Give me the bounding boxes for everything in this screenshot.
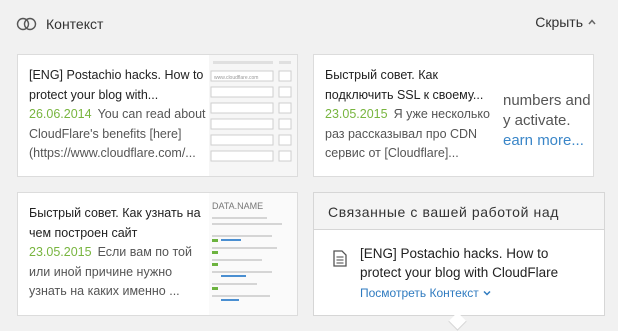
card-2-text: Быстрый совет. Как подключить SSL к свое… — [325, 66, 490, 164]
card-3-thumbnail-image: DATA.NAME — [209, 193, 297, 315]
context-card-2[interactable]: Быстрый совет. Как подключить SSL к свое… — [313, 54, 594, 177]
card-1-date: 26.06.2014 — [29, 107, 92, 121]
view-context-label: Посмотреть Контекст — [360, 286, 479, 300]
card-1-thumb-text: www.cloudflare.com — [214, 75, 258, 81]
card-3-thumbnail: DATA.NAME — [209, 193, 297, 315]
card-2-thumb-line1: numbers and — [503, 92, 591, 109]
card-3-title-line2: чем построен сайт — [29, 225, 138, 240]
card-3-snippet-line3: узнать на каких именно ... — [29, 284, 180, 298]
card-1-snippet-line3: (https://www.cloudflare.com/... — [29, 146, 196, 160]
hide-label: Скрыть — [535, 14, 583, 30]
context-card-3[interactable]: Быстрый совет. Как узнать на чем построе… — [17, 192, 298, 316]
chevron-up-icon — [588, 19, 596, 25]
card-2-thumb-line3: earn more... — [503, 132, 584, 149]
chevron-down-icon — [483, 290, 491, 296]
context-header: Контекст — [16, 13, 103, 35]
card-2-date: 23.05.2015 — [325, 107, 388, 121]
card-2-title-line1: Быстрый совет. Как — [325, 68, 438, 82]
card-2-snippet-line1: Я уже несколько — [393, 107, 490, 121]
card-1-text: [ENG] Postachio hacks. How to protect yo… — [29, 66, 206, 164]
card-1-title-line2: protect your blog with... — [29, 87, 159, 102]
card-2-thumbnail: numbers and y activate. earn more... — [503, 55, 593, 176]
card-1-snippet-line1: You can read about — [97, 107, 206, 121]
card-3-title-line1: Быстрый совет. Как узнать на — [29, 206, 201, 220]
context-rings-icon — [16, 17, 37, 31]
view-context-link[interactable]: Посмотреть Контекст — [360, 286, 491, 300]
card-1-thumbnail: www.cloudflare.com — [209, 55, 297, 176]
card-1-snippet-line2: CloudFlare's benefits [here] — [29, 126, 182, 141]
card-3-thumb-text: DATA.NAME — [212, 201, 263, 211]
card-3-snippet-line2: или иной причине нужно — [29, 264, 173, 279]
card-2-thumb-line2: y activate. — [503, 112, 571, 129]
hide-button[interactable]: Скрыть — [535, 14, 596, 30]
card-1-thumbnail-image: www.cloudflare.com — [209, 55, 297, 176]
card-3-date: 23.05.2015 — [29, 245, 92, 259]
related-heading: Связанные с вашей работой над — [328, 204, 559, 220]
related-body: [ENG] Postachio hacks. How to protect yo… — [314, 230, 604, 315]
card-2-title-line2: подключить SSL к своему... — [325, 87, 484, 102]
card-1-title-line1: [ENG] Postachio hacks. How to — [29, 68, 204, 82]
card-3-text: Быстрый совет. Как узнать на чем построе… — [29, 204, 201, 302]
card-2-snippet-line3: сервис от [Cloudflare]... — [325, 146, 459, 160]
related-panel: Связанные с вашей работой над [ENG] Post… — [313, 192, 605, 316]
context-title: Контекст — [46, 16, 104, 32]
related-doc-title[interactable]: [ENG] Postachio hacks. How to protect yo… — [360, 244, 590, 282]
context-card-1[interactable]: [ENG] Postachio hacks. How to protect yo… — [17, 54, 298, 177]
card-2-snippet-line2: раз рассказывал про CDN — [325, 126, 478, 141]
card-3-snippet-line1: Если вам по той — [97, 245, 192, 259]
document-icon — [333, 250, 347, 267]
